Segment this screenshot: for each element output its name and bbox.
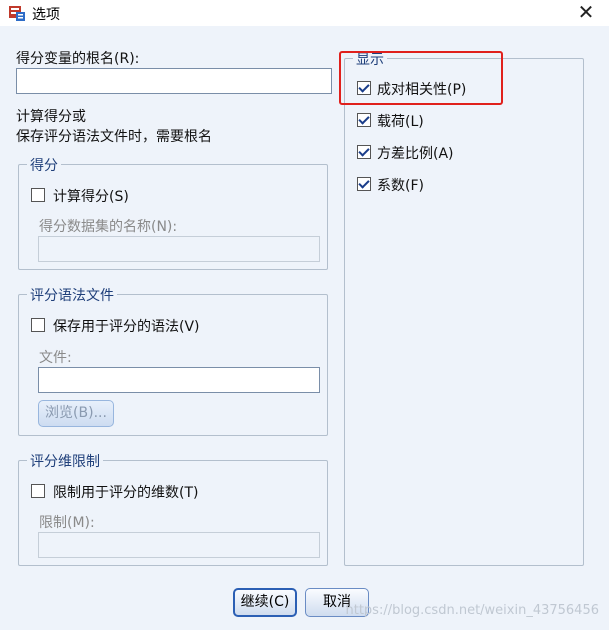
root-name-input[interactable] [16, 68, 332, 94]
dataset-name-label: 得分数据集的名称(N): [39, 219, 178, 235]
watermark: https://blog.csdn.net/weixin_43756456 [345, 603, 599, 618]
score-group-legend: 得分 [27, 155, 61, 175]
highlight-annotation [339, 51, 503, 105]
max-dimensions-label: 限制(M): [39, 515, 95, 531]
continue-button[interactable]: 继续(C) [233, 588, 297, 617]
app-icon [8, 4, 26, 22]
save-syntax-label: 保存用于评分的语法(V) [53, 319, 200, 335]
dataset-name-input[interactable] [38, 236, 320, 262]
root-name-hint-2: 保存评分语法文件时，需要根名 [16, 129, 212, 145]
loadings-checkbox[interactable] [357, 113, 371, 127]
limit-dimensions-checkbox[interactable] [31, 484, 45, 498]
file-label: 文件: [39, 350, 72, 366]
limit-dimensions-label: 限制用于评分的维数(T) [53, 485, 199, 501]
file-input[interactable] [38, 367, 320, 393]
syntax-group-legend: 评分语法文件 [27, 285, 117, 305]
max-dimensions-input[interactable] [38, 532, 320, 558]
variance-proportion-checkbox[interactable] [357, 145, 371, 159]
compute-scores-label: 计算得分(S) [53, 189, 129, 205]
root-name-hint-1: 计算得分或 [16, 109, 86, 125]
window-title: 选项 [32, 7, 60, 23]
compute-scores-checkbox[interactable] [31, 188, 45, 202]
close-button[interactable]: ✕ [571, 0, 601, 24]
browse-button[interactable]: 浏览(B)... [38, 400, 114, 427]
title-bar: 选项 ✕ [0, 0, 609, 26]
save-syntax-checkbox[interactable] [31, 318, 45, 332]
coefficients-checkbox[interactable] [357, 177, 371, 191]
score-group: 得分 计算得分(S) 得分数据集的名称(N): [18, 155, 328, 270]
root-name-label: 得分变量的根名(R): [16, 51, 140, 67]
coefficients-label: 系数(F) [377, 178, 424, 194]
display-group: 显示 成对相关性(P) 载荷(L) 方差比例(A) 系数(F) [344, 49, 584, 566]
loadings-label: 载荷(L) [377, 114, 424, 130]
dim-group-legend: 评分维限制 [27, 451, 103, 471]
syntax-file-group: 评分语法文件 保存用于评分的语法(V) 文件: 浏览(B)... [18, 285, 328, 436]
close-icon: ✕ [577, 0, 595, 24]
dimension-limit-group: 评分维限制 限制用于评分的维数(T) 限制(M): [18, 451, 328, 566]
variance-proportion-label: 方差比例(A) [377, 146, 454, 162]
